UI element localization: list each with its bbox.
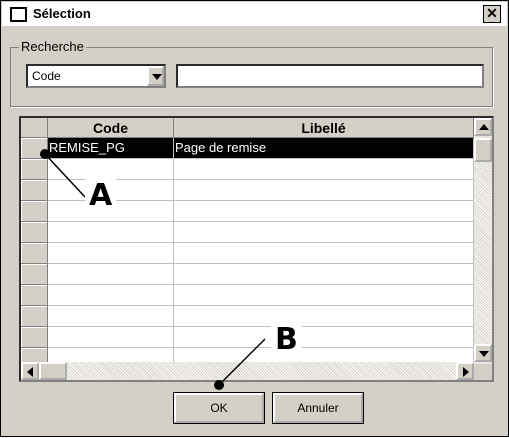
annotation-b-label: B (271, 323, 302, 357)
annotation-a-line (44, 153, 86, 198)
annotation-lines (40, 149, 266, 390)
annotation-a-label: A (85, 179, 117, 213)
selection-dialog: Sélection ✕ Recherche Code Code Libellé … (0, 0, 509, 437)
annotation-b-line (218, 338, 266, 386)
